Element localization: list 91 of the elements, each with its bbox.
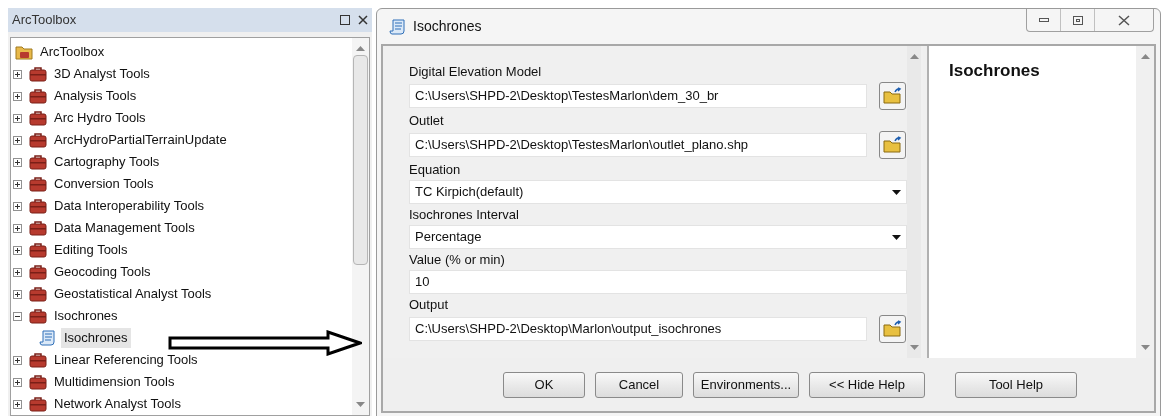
tree-item[interactable]: Cartography Tools [51, 152, 163, 172]
scroll-up-icon[interactable] [356, 46, 365, 51]
browse-button[interactable] [879, 315, 906, 343]
scrollbar[interactable] [352, 38, 369, 415]
toolbox-icon [29, 286, 47, 302]
scrollbar[interactable] [907, 46, 921, 358]
dropdown[interactable]: Percentage [409, 225, 907, 249]
toolbox-icon [29, 374, 47, 390]
panel-title: ArcToolbox [12, 11, 78, 30]
expand-toggle[interactable] [13, 179, 22, 189]
browse-button[interactable] [879, 82, 906, 110]
input-field[interactable]: C:\Users\SHPD-2\Desktop\TestesMarlon\dem_30_br [409, 84, 867, 108]
dialog-button[interactable]: Environments... [693, 371, 799, 398]
dialog-title: Isochrones [413, 17, 482, 36]
expand-toggle[interactable] [13, 69, 22, 79]
caret-icon [892, 234, 901, 240]
tree-item[interactable]: Editing Tools [51, 240, 131, 260]
close-icon[interactable] [358, 15, 368, 25]
toolbox-icon [29, 242, 47, 258]
toolbox-icon [29, 66, 47, 82]
field-label: Outlet [409, 113, 445, 129]
folder-icon [15, 44, 33, 60]
toolbox-icon [29, 110, 47, 126]
field-label: Digital Elevation Model [409, 64, 543, 80]
expand-toggle[interactable] [13, 157, 22, 167]
field-label: Isochrones Interval [409, 207, 520, 223]
expand-toggle[interactable] [13, 223, 22, 233]
input-field[interactable]: 10 [409, 270, 907, 294]
tree-item[interactable]: Isochrones [61, 328, 131, 348]
expand-toggle[interactable] [13, 201, 22, 211]
close-icon [1118, 14, 1130, 26]
input-field[interactable]: C:\Users\SHPD-2\Desktop\TestesMarlon\outlet_plano.shp [409, 133, 867, 157]
tree-item[interactable]: Multidimension Tools [51, 372, 178, 392]
folder-icon [882, 87, 903, 105]
tree-item[interactable]: Linear Referencing Tools [51, 350, 201, 370]
field-label: Output [409, 297, 450, 313]
scroll-up-icon[interactable] [909, 54, 919, 59]
maximize-icon[interactable] [340, 15, 350, 25]
toolbox-icon [29, 154, 47, 170]
script-icon [389, 17, 407, 36]
scroll-down-icon[interactable] [1140, 345, 1150, 350]
browse-button[interactable] [879, 131, 906, 159]
expand-toggle[interactable] [13, 267, 22, 277]
dialog-button[interactable]: OK [503, 371, 585, 398]
tree-item[interactable]: 3D Analyst Tools [51, 64, 153, 84]
caret-icon [892, 189, 901, 195]
expand-toggle[interactable] [13, 245, 22, 255]
collapse-toggle[interactable] [13, 311, 22, 321]
expand-toggle[interactable] [13, 91, 22, 101]
tool-help-button[interactable]: Tool Help [955, 371, 1077, 398]
input-field[interactable]: C:\Users\SHPD-2\Desktop\Marlon\output_isochrones [409, 317, 867, 341]
tree-item[interactable]: Data Interoperability Tools [51, 196, 208, 216]
expand-toggle[interactable] [13, 377, 22, 387]
tree-item[interactable]: Network Analyst Tools [51, 394, 184, 414]
folder-icon [882, 320, 903, 338]
toolbox-icon [29, 264, 47, 280]
toolbox-icon [29, 308, 47, 324]
script-icon [39, 329, 57, 347]
tree-item[interactable]: Geocoding Tools [51, 262, 154, 282]
tree-item[interactable]: Conversion Tools [51, 174, 157, 194]
scroll-down-icon[interactable] [356, 402, 365, 407]
scroll-thumb[interactable] [353, 55, 368, 265]
toolbox-icon [29, 198, 47, 214]
toolbox-icon [29, 220, 47, 236]
help-title: Isochrones [949, 61, 1040, 80]
toolbox-icon [29, 176, 47, 192]
expand-toggle[interactable] [13, 289, 22, 299]
scroll-down-icon[interactable] [909, 345, 919, 350]
tree-item[interactable]: ArcHydroPartialTerrainUpdate [51, 130, 230, 150]
folder-icon [882, 136, 903, 154]
expand-toggle[interactable] [13, 135, 22, 145]
field-label: Value (% or min) [409, 252, 506, 268]
dialog-button[interactable]: Cancel [595, 371, 683, 398]
dropdown[interactable]: TC Kirpich(default) [409, 180, 907, 204]
tree-item[interactable]: Geostatistical Analyst Tools [51, 284, 215, 304]
expand-toggle[interactable] [13, 399, 22, 409]
tree-item[interactable]: Arc Hydro Tools [51, 108, 149, 128]
toolbox-icon [29, 396, 47, 412]
toolbox-icon [29, 132, 47, 148]
tree-item[interactable]: Data Management Tools [51, 218, 198, 238]
scrollbar[interactable] [1136, 46, 1154, 358]
tree-item[interactable]: Isochrones [51, 306, 121, 326]
toolbox-icon [29, 88, 47, 104]
expand-toggle[interactable] [13, 113, 22, 123]
toolbox-icon [29, 352, 47, 368]
expand-toggle[interactable] [13, 355, 22, 365]
tree-item[interactable]: Analysis Tools [51, 86, 140, 106]
dialog-button[interactable]: << Hide Help [809, 371, 925, 398]
field-label: Equation [409, 162, 462, 178]
tree-item[interactable]: ArcToolbox [37, 42, 108, 62]
scroll-up-icon[interactable] [1140, 54, 1150, 59]
